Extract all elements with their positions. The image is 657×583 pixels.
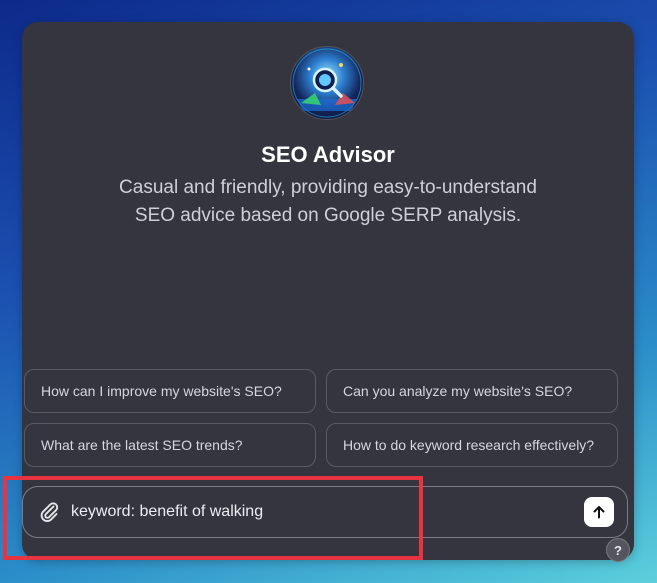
suggestion-improve-seo[interactable]: How can I improve my website's SEO?: [24, 369, 316, 413]
suggestion-keyword-research[interactable]: How to do keyword research effectively?: [326, 423, 618, 467]
help-button[interactable]: ?: [606, 538, 630, 562]
send-button[interactable]: [584, 497, 614, 527]
gpt-name: SEO Advisor: [261, 142, 395, 167]
gpt-description: Casual and friendly, providing easy-to-u…: [22, 174, 634, 230]
suggestion-analyze-seo[interactable]: Can you analyze my website's SEO?: [326, 369, 618, 413]
message-composer: [22, 486, 628, 538]
paperclip-icon[interactable]: [37, 500, 61, 524]
gpt-description-line-2: SEO advice based on Google SERP analysis…: [134, 205, 522, 226]
message-input[interactable]: [71, 500, 551, 524]
chat-window: SEO Advisor Casual and friendly, providi…: [22, 22, 634, 560]
gpt-description-line-1: Casual and friendly, providing easy-to-u…: [119, 177, 537, 198]
gpt-avatar: [290, 46, 364, 120]
arrow-up-icon: [593, 506, 605, 519]
magnifier-logo-icon: [292, 48, 362, 118]
suggestion-seo-trends[interactable]: What are the latest SEO trends?: [24, 423, 316, 467]
